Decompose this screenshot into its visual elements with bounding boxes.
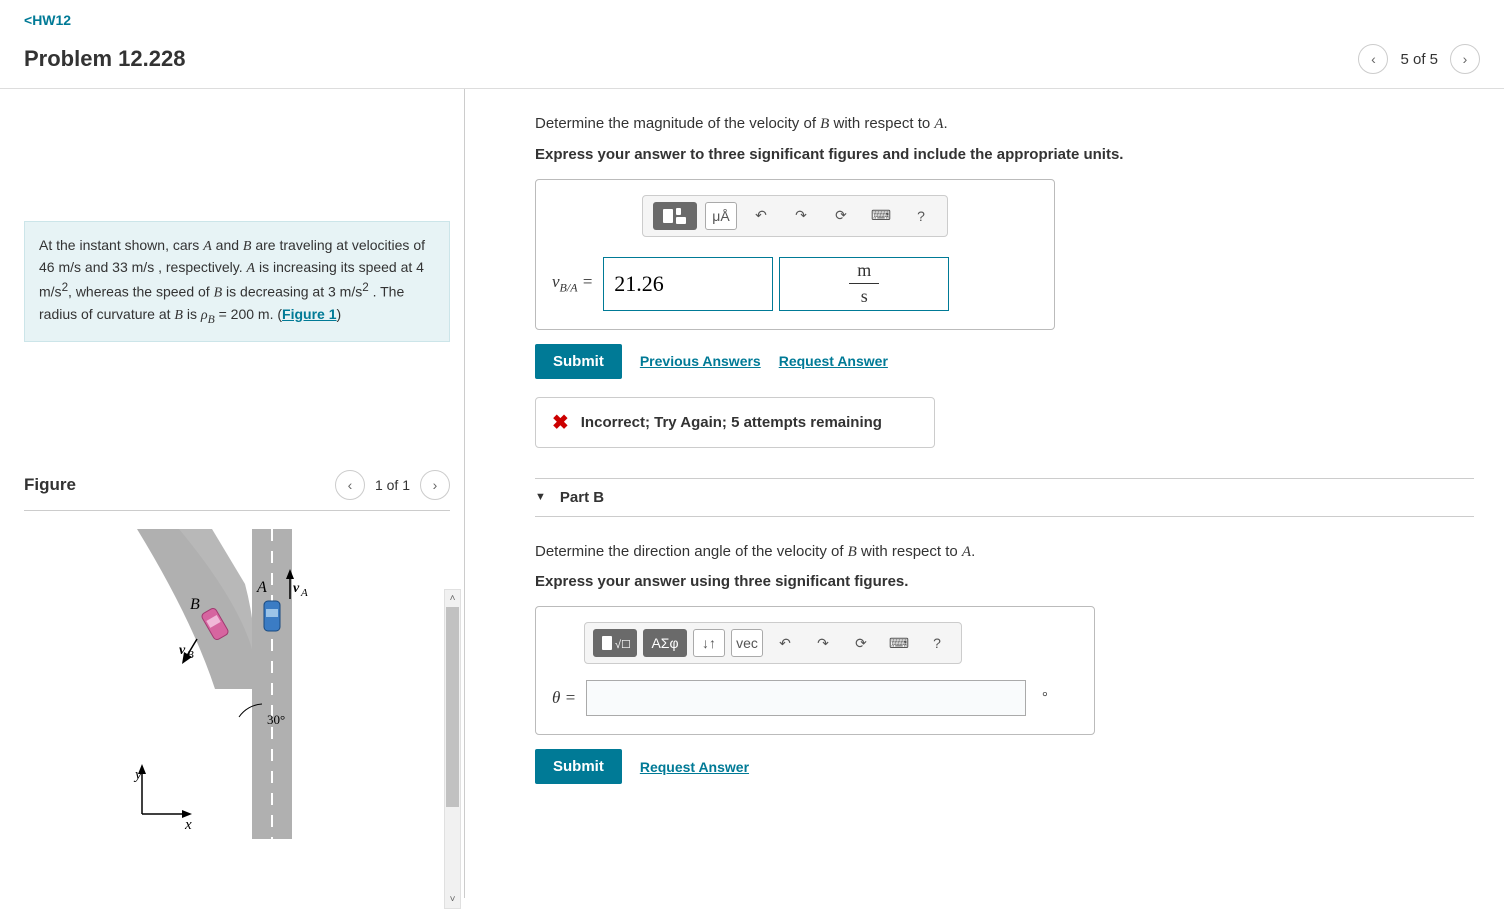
units-button[interactable]: μÅ [705,202,737,230]
part-a-previous-answers-link[interactable]: Previous Answers [640,353,761,369]
next-problem-button[interactable]: › [1450,44,1480,74]
problem-statement: At the instant shown, cars A and B are t… [24,221,450,342]
keyboard-icon[interactable]: ⌨ [883,629,915,657]
svg-text:A: A [256,579,267,596]
scroll-down-icon[interactable]: ˅ [445,891,460,908]
part-a-toolbar: μÅ ↶ ↷ ⟳ ⌨ ? [642,195,948,237]
svg-text:B: B [187,649,194,661]
figure-position: 1 of 1 [375,477,410,493]
left-scrollbar[interactable]: ˄ ˅ [444,589,461,909]
svg-text:v: v [179,643,186,658]
scroll-thumb[interactable] [446,607,459,807]
part-b-request-answer-link[interactable]: Request Answer [640,759,749,775]
reset-icon[interactable]: ⟳ [845,629,877,657]
part-a-feedback: ✖ Incorrect; Try Again; 5 attempts remai… [535,397,935,448]
keyboard-icon[interactable]: ⌨ [865,202,897,230]
part-b-variable: θ = [548,688,580,708]
part-a-question: Determine the magnitude of the velocity … [535,113,1474,136]
part-a-submit-button[interactable]: Submit [535,344,622,379]
figure-next-button[interactable]: › [420,470,450,500]
part-a-variable: vB/A = [548,272,597,295]
figure-link[interactable]: Figure 1 [282,306,336,322]
back-link[interactable]: <HW12 [24,12,71,28]
part-b-value-input[interactable] [586,680,1026,716]
template-icon[interactable] [653,202,697,230]
problem-position: 5 of 5 [1400,51,1438,68]
part-a-instruction: Express your answer to three significant… [535,146,1474,163]
svg-text:B: B [190,596,200,613]
part-a-request-answer-link[interactable]: Request Answer [779,353,888,369]
svg-text:x: x [184,817,192,833]
part-b-question: Determine the direction angle of the vel… [535,541,1474,564]
reset-icon[interactable]: ⟳ [825,202,857,230]
figure-prev-button[interactable]: ‹ [335,470,365,500]
undo-icon[interactable]: ↶ [769,629,801,657]
svg-text:y: y [133,767,142,783]
part-a-unit-input[interactable]: m s [779,257,949,311]
svg-text:√☐: √☐ [615,639,630,651]
part-a-answer-box: μÅ ↶ ↷ ⟳ ⌨ ? vB/A = m s [535,179,1055,330]
page-title: Problem 12.228 [24,46,185,72]
svg-text:v: v [293,581,300,596]
part-a-value-input[interactable] [603,257,773,311]
part-b-toolbar: √☐ ΑΣφ ↓↑ vec ↶ ↷ ⟳ ⌨ ? [584,622,962,664]
help-icon[interactable]: ? [921,629,953,657]
svg-text:A: A [300,587,308,599]
template-icon[interactable]: √☐ [593,629,637,657]
redo-icon[interactable]: ↷ [785,202,817,230]
redo-icon[interactable]: ↷ [807,629,839,657]
figure-diagram: A v A B v B 30° y x [24,529,450,849]
figure-heading: Figure [24,475,76,495]
undo-icon[interactable]: ↶ [745,202,777,230]
help-icon[interactable]: ? [905,202,937,230]
part-b-unit: ° [1042,690,1048,706]
part-b-answer-box: √☐ ΑΣφ ↓↑ vec ↶ ↷ ⟳ ⌨ ? θ = ° [535,606,1095,735]
part-b-header[interactable]: ▼ Part B [535,478,1474,517]
svg-text:30°: 30° [267,712,285,727]
prev-problem-button[interactable]: ‹ [1358,44,1388,74]
incorrect-icon: ✖ [552,410,569,435]
vec-button[interactable]: vec [731,629,763,657]
part-b-submit-button[interactable]: Submit [535,749,622,784]
collapse-icon: ▼ [535,491,546,503]
symbols-button[interactable]: ΑΣφ [643,629,687,657]
part-b-instruction: Express your answer using three signific… [535,573,1474,590]
arrows-icon[interactable]: ↓↑ [693,629,725,657]
scroll-up-icon[interactable]: ˄ [445,590,460,607]
